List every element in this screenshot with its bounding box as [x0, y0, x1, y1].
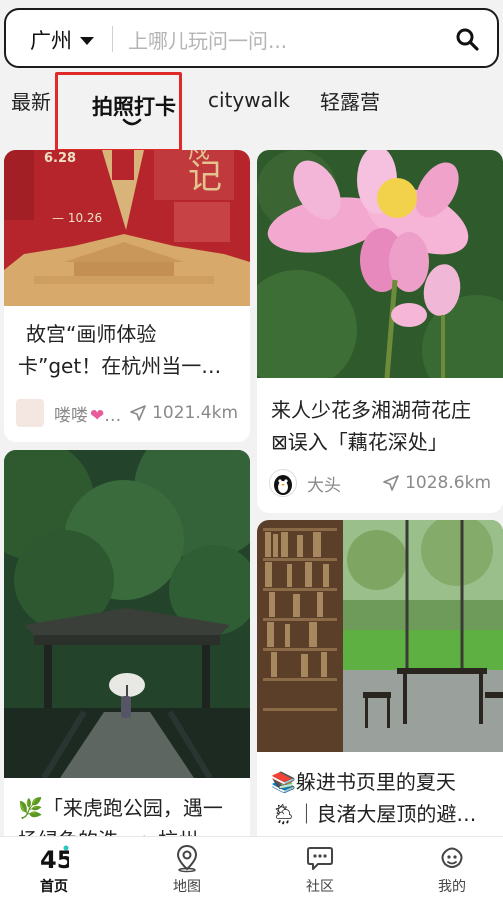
tab-camping[interactable]: 轻露营: [320, 86, 380, 115]
tab-citywalk[interactable]: citywalk: [208, 88, 290, 112]
card-title-line: 🌦｜良渚大屋顶的避…: [271, 802, 477, 826]
tab-latest[interactable]: 最新: [11, 86, 51, 115]
card-title-line: 卡”get！在杭州当一…: [18, 354, 222, 378]
distance: 1021.4km: [130, 403, 238, 423]
heart-icon: ❤: [90, 405, 105, 426]
svg-text:戍: 戍: [188, 150, 210, 164]
home-logo-icon: 45: [40, 845, 69, 873]
category-tabs: 最新 拍照打卡 citywalk 轻露营: [0, 72, 503, 152]
card-title-line: 🌿「来虎跑公园，遇一: [18, 796, 223, 820]
distance-value: 1028.6km: [405, 473, 491, 493]
feed-card[interactable]: 来人少花多湘湖荷花庄 ⊠误入「藕花深处」 大头 1028.6km: [257, 150, 503, 513]
tab-photo-checkin-label: 拍照打卡: [92, 95, 176, 119]
nav-map-label: 地图: [173, 879, 201, 895]
nav-profile-label: 我的: [438, 879, 466, 895]
feed-card[interactable]: 🌿「来虎跑公园，遇一 场绿色的洗…」杭州: [4, 450, 250, 850]
svg-text:6.28: 6.28: [44, 151, 76, 166]
caret-down-icon: [80, 37, 94, 45]
author-name[interactable]: 喽喽 ❤…: [54, 401, 130, 426]
map-pin-icon: [176, 844, 198, 873]
feed-card[interactable]: 记 戍 6.28 — 10.26 故宫“画师体验 卡”get！在杭州当一… 喽喽…: [4, 150, 250, 442]
nav-map[interactable]: 地图: [147, 843, 227, 896]
svg-text:— 10.26: — 10.26: [52, 211, 102, 225]
avatar[interactable]: [16, 399, 44, 427]
search-input[interactable]: 上哪儿玩问一问...: [128, 25, 287, 54]
search-bar[interactable]: 广州 上哪儿玩问一问...: [4, 8, 499, 68]
card-title: 来人少花多湘湖荷花庄 ⊠误入「藕花深处」: [271, 394, 471, 458]
city-label: 广州: [30, 29, 72, 53]
nav-community[interactable]: 社区: [280, 843, 360, 896]
avatar[interactable]: [269, 469, 297, 497]
card-image: [257, 150, 503, 378]
card-title: 故宫“画师体验 卡”get！在杭州当一…: [18, 318, 221, 382]
search-divider: [112, 26, 113, 52]
distance: 1028.6km: [383, 473, 491, 493]
profile-face-icon: [441, 847, 463, 868]
bottom-nav: 45 首页 地图 社区 我的: [0, 836, 503, 901]
location-arrow-icon: [383, 475, 399, 491]
card-title-line: 📚躲进书页里的夏天: [271, 770, 456, 794]
card-title-line: ⊠误入「藕花深处」: [271, 430, 448, 454]
card-image: [4, 450, 250, 778]
card-meta: 大头 1028.6km: [269, 469, 491, 497]
card-title-line: 故宫“画师体验: [26, 322, 157, 346]
author-name[interactable]: 大头: [307, 471, 383, 496]
nav-profile[interactable]: 我的: [412, 843, 492, 896]
card-meta: 喽喽 ❤… 1021.4km: [16, 399, 238, 427]
nav-home[interactable]: 45 首页: [14, 843, 94, 896]
distance-value: 1021.4km: [152, 403, 238, 423]
card-title: 📚躲进书页里的夏天 🌦｜良渚大屋顶的避…: [271, 766, 476, 830]
active-tab-indicator-icon: [122, 118, 142, 126]
card-title-line: 来人少花多湘湖荷花庄: [271, 398, 471, 422]
penguin-avatar-icon: [274, 475, 292, 495]
card-image: [257, 520, 503, 752]
search-icon[interactable]: [455, 27, 479, 51]
nav-home-label: 首页: [40, 879, 68, 895]
nav-community-label: 社区: [306, 879, 334, 895]
feed-card[interactable]: 📚躲进书页里的夏天 🌦｜良渚大屋顶的避…: [257, 520, 503, 850]
card-image: 记 戍 6.28 — 10.26: [4, 150, 250, 306]
city-selector[interactable]: 广州: [30, 25, 94, 55]
chat-bubble-icon: [307, 847, 333, 870]
tab-photo-checkin[interactable]: 拍照打卡: [55, 72, 182, 152]
location-arrow-icon: [130, 405, 146, 421]
